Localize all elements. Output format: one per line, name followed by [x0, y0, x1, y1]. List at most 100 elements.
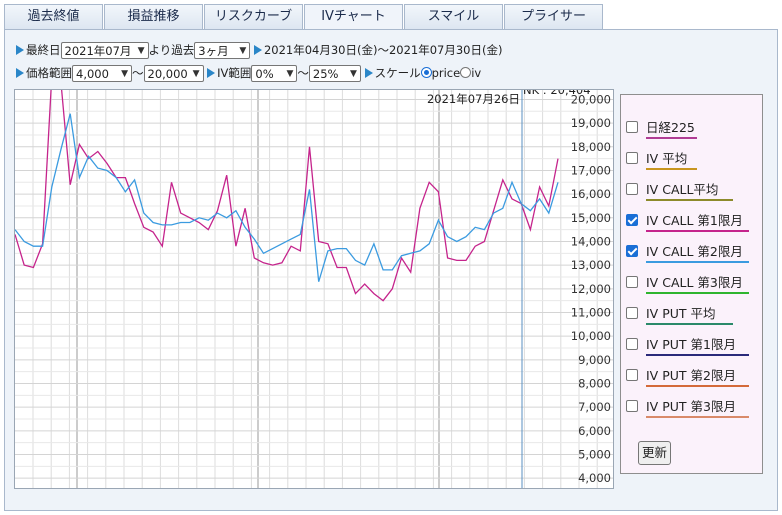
legend-item[interactable]: IV 平均 [626, 148, 687, 167]
tab-pricer[interactable]: プライサー [504, 4, 603, 29]
legend-label: IV CALL 第3限月 [646, 275, 743, 290]
legend-checkbox[interactable] [626, 183, 638, 195]
legend-color-line [646, 292, 749, 294]
price-min-select[interactable]: 4,000 ▼ [72, 65, 132, 82]
last-day-row: 最終日 2021年07月 ▼ より過去 3ヶ月 ▼ 2021年04月30日(金)～2021… [16, 42, 502, 59]
tab-pnl-trend[interactable]: 損益推移 [104, 4, 203, 29]
triangle-icon [16, 45, 24, 55]
tab-risk-curve[interactable]: リスクカーブ [204, 4, 303, 29]
triangle-icon [364, 68, 373, 78]
y-tick-label: 6,000 [578, 424, 611, 438]
legend-item[interactable]: IV CALL 第2限月 [626, 241, 743, 260]
legend-color-line [646, 137, 697, 139]
legend-item[interactable]: IV PUT 平均 [626, 303, 716, 322]
legend-item[interactable]: IV CALL平均 [626, 179, 718, 198]
legend-label: IV 平均 [646, 151, 688, 166]
scale-price-label: price [431, 66, 461, 80]
y-tick-label: 20,000 [571, 92, 611, 106]
tab-past-close[interactable]: 過去終値 [4, 4, 103, 29]
scale-price-radio[interactable] [420, 67, 432, 78]
scale-iv-label: iv [471, 66, 482, 80]
tilde-separator: ～ [132, 66, 144, 80]
legend-checkbox[interactable] [626, 338, 638, 350]
legend-label: IV CALL 第2限月 [646, 244, 743, 259]
last-day-select[interactable]: 2021年07月 ▼ [60, 42, 149, 59]
legend-checkbox[interactable] [626, 245, 638, 257]
legend-label: 日経225 [646, 120, 695, 135]
legend-item[interactable]: IV PUT 第3限月 [626, 396, 736, 415]
legend-item[interactable]: 日経225 [626, 117, 695, 136]
legend-color-line [646, 168, 697, 170]
iv-chart[interactable]: 2021年07月26日 NK : 20,404 20,000 19,000 18,000… [14, 89, 614, 489]
triangle-icon [16, 68, 24, 78]
y-tick-label: 4,000 [578, 471, 611, 485]
legend-checkbox[interactable] [626, 276, 638, 288]
legend-color-line [646, 385, 749, 387]
legend-color-line [646, 416, 749, 418]
legend-label: IV CALL 第1限月 [646, 213, 743, 228]
y-tick-label: 9,000 [578, 353, 611, 367]
legend-item[interactable]: IV CALL 第3限月 [626, 272, 743, 291]
series-line-2 [15, 113, 559, 282]
legend-color-line [646, 354, 749, 356]
price-max-select[interactable]: 20,000 ▼ [143, 65, 204, 82]
range-row: 価格範囲 4,000 ▼ ～ 20,000 ▼ IV範囲 0% ▼ ～ 25% ▼ スケール pric… [16, 65, 481, 82]
legend-color-line [646, 261, 749, 263]
legend-label: IV PUT 第2限月 [646, 368, 736, 383]
scale-label: スケール [374, 66, 421, 80]
chevron-down-icon: ▼ [121, 69, 128, 79]
legend-color-line [646, 199, 733, 201]
y-tick-label: 14,000 [571, 234, 611, 248]
legend-checkbox[interactable] [626, 369, 638, 381]
chevron-down-icon: ▼ [239, 46, 247, 56]
legend-label: IV CALL平均 [646, 182, 719, 197]
iv-chart-svg: 2021年07月26日NK : 20,40420,00019,00018,000… [15, 90, 613, 488]
y-tick-label: 12,000 [571, 282, 611, 296]
update-button[interactable]: 更新 [638, 441, 671, 465]
chevron-down-icon: ▼ [350, 69, 357, 79]
crosshair-date-label: 2021年07月26日 [427, 92, 520, 106]
series-line-1 [15, 90, 559, 302]
y-tick-label: 18,000 [571, 140, 611, 154]
legend-item[interactable]: IV PUT 第1限月 [626, 334, 736, 353]
y-tick-label: 15,000 [571, 211, 611, 225]
y-tick-label: 10,000 [571, 329, 611, 343]
legend-label: IV PUT 第3限月 [646, 399, 736, 414]
legend-checkbox[interactable] [626, 152, 638, 164]
y-tick-label: 7,000 [578, 400, 611, 414]
y-tick-label: 19,000 [571, 116, 611, 130]
legend-color-line [646, 323, 733, 325]
y-tick-label: 13,000 [571, 258, 611, 272]
legend-label: IV PUT 平均 [646, 306, 716, 321]
last-day-label: 最終日 [26, 43, 61, 57]
legend-checkbox[interactable] [626, 400, 638, 412]
chevron-down-icon: ▼ [137, 46, 145, 56]
tilde-separator: ～ [297, 66, 309, 80]
iv-range-label: IV範囲 [217, 66, 252, 80]
triangle-icon [253, 45, 262, 55]
iv-max-select[interactable]: 25% ▼ [308, 65, 361, 82]
y-tick-label: 11,000 [571, 305, 611, 319]
chevron-down-icon: ▼ [192, 69, 200, 79]
triangle-icon [207, 68, 216, 78]
iv-min-select[interactable]: 0% ▼ [251, 65, 298, 82]
y-tick-label: 17,000 [571, 163, 611, 177]
legend-panel: 日経225 IV 平均 IV CALL平均 IV CALL 第1限月 IV CALL 第… [620, 94, 763, 474]
y-tick-label: 5,000 [578, 447, 611, 461]
tab-iv-chart[interactable]: IVチャート [304, 4, 403, 31]
from-label: より過去 [148, 43, 195, 57]
period-select[interactable]: 3ヶ月 ▼ [194, 42, 251, 59]
y-tick-label: 16,000 [571, 187, 611, 201]
scale-iv-radio[interactable] [460, 67, 472, 78]
price-range-label: 価格範囲 [26, 66, 72, 80]
legend-label: IV PUT 第1限月 [646, 337, 736, 352]
y-tick-label: 8,000 [578, 376, 611, 390]
legend-checkbox[interactable] [626, 214, 638, 226]
legend-item[interactable]: IV PUT 第2限月 [626, 365, 736, 384]
legend-checkbox[interactable] [626, 307, 638, 319]
tab-smile[interactable]: スマイル [404, 4, 503, 29]
legend-checkbox[interactable] [626, 121, 638, 133]
legend-item[interactable]: IV CALL 第1限月 [626, 210, 743, 229]
legend-color-line [646, 230, 749, 232]
chevron-down-icon: ▼ [286, 69, 294, 79]
